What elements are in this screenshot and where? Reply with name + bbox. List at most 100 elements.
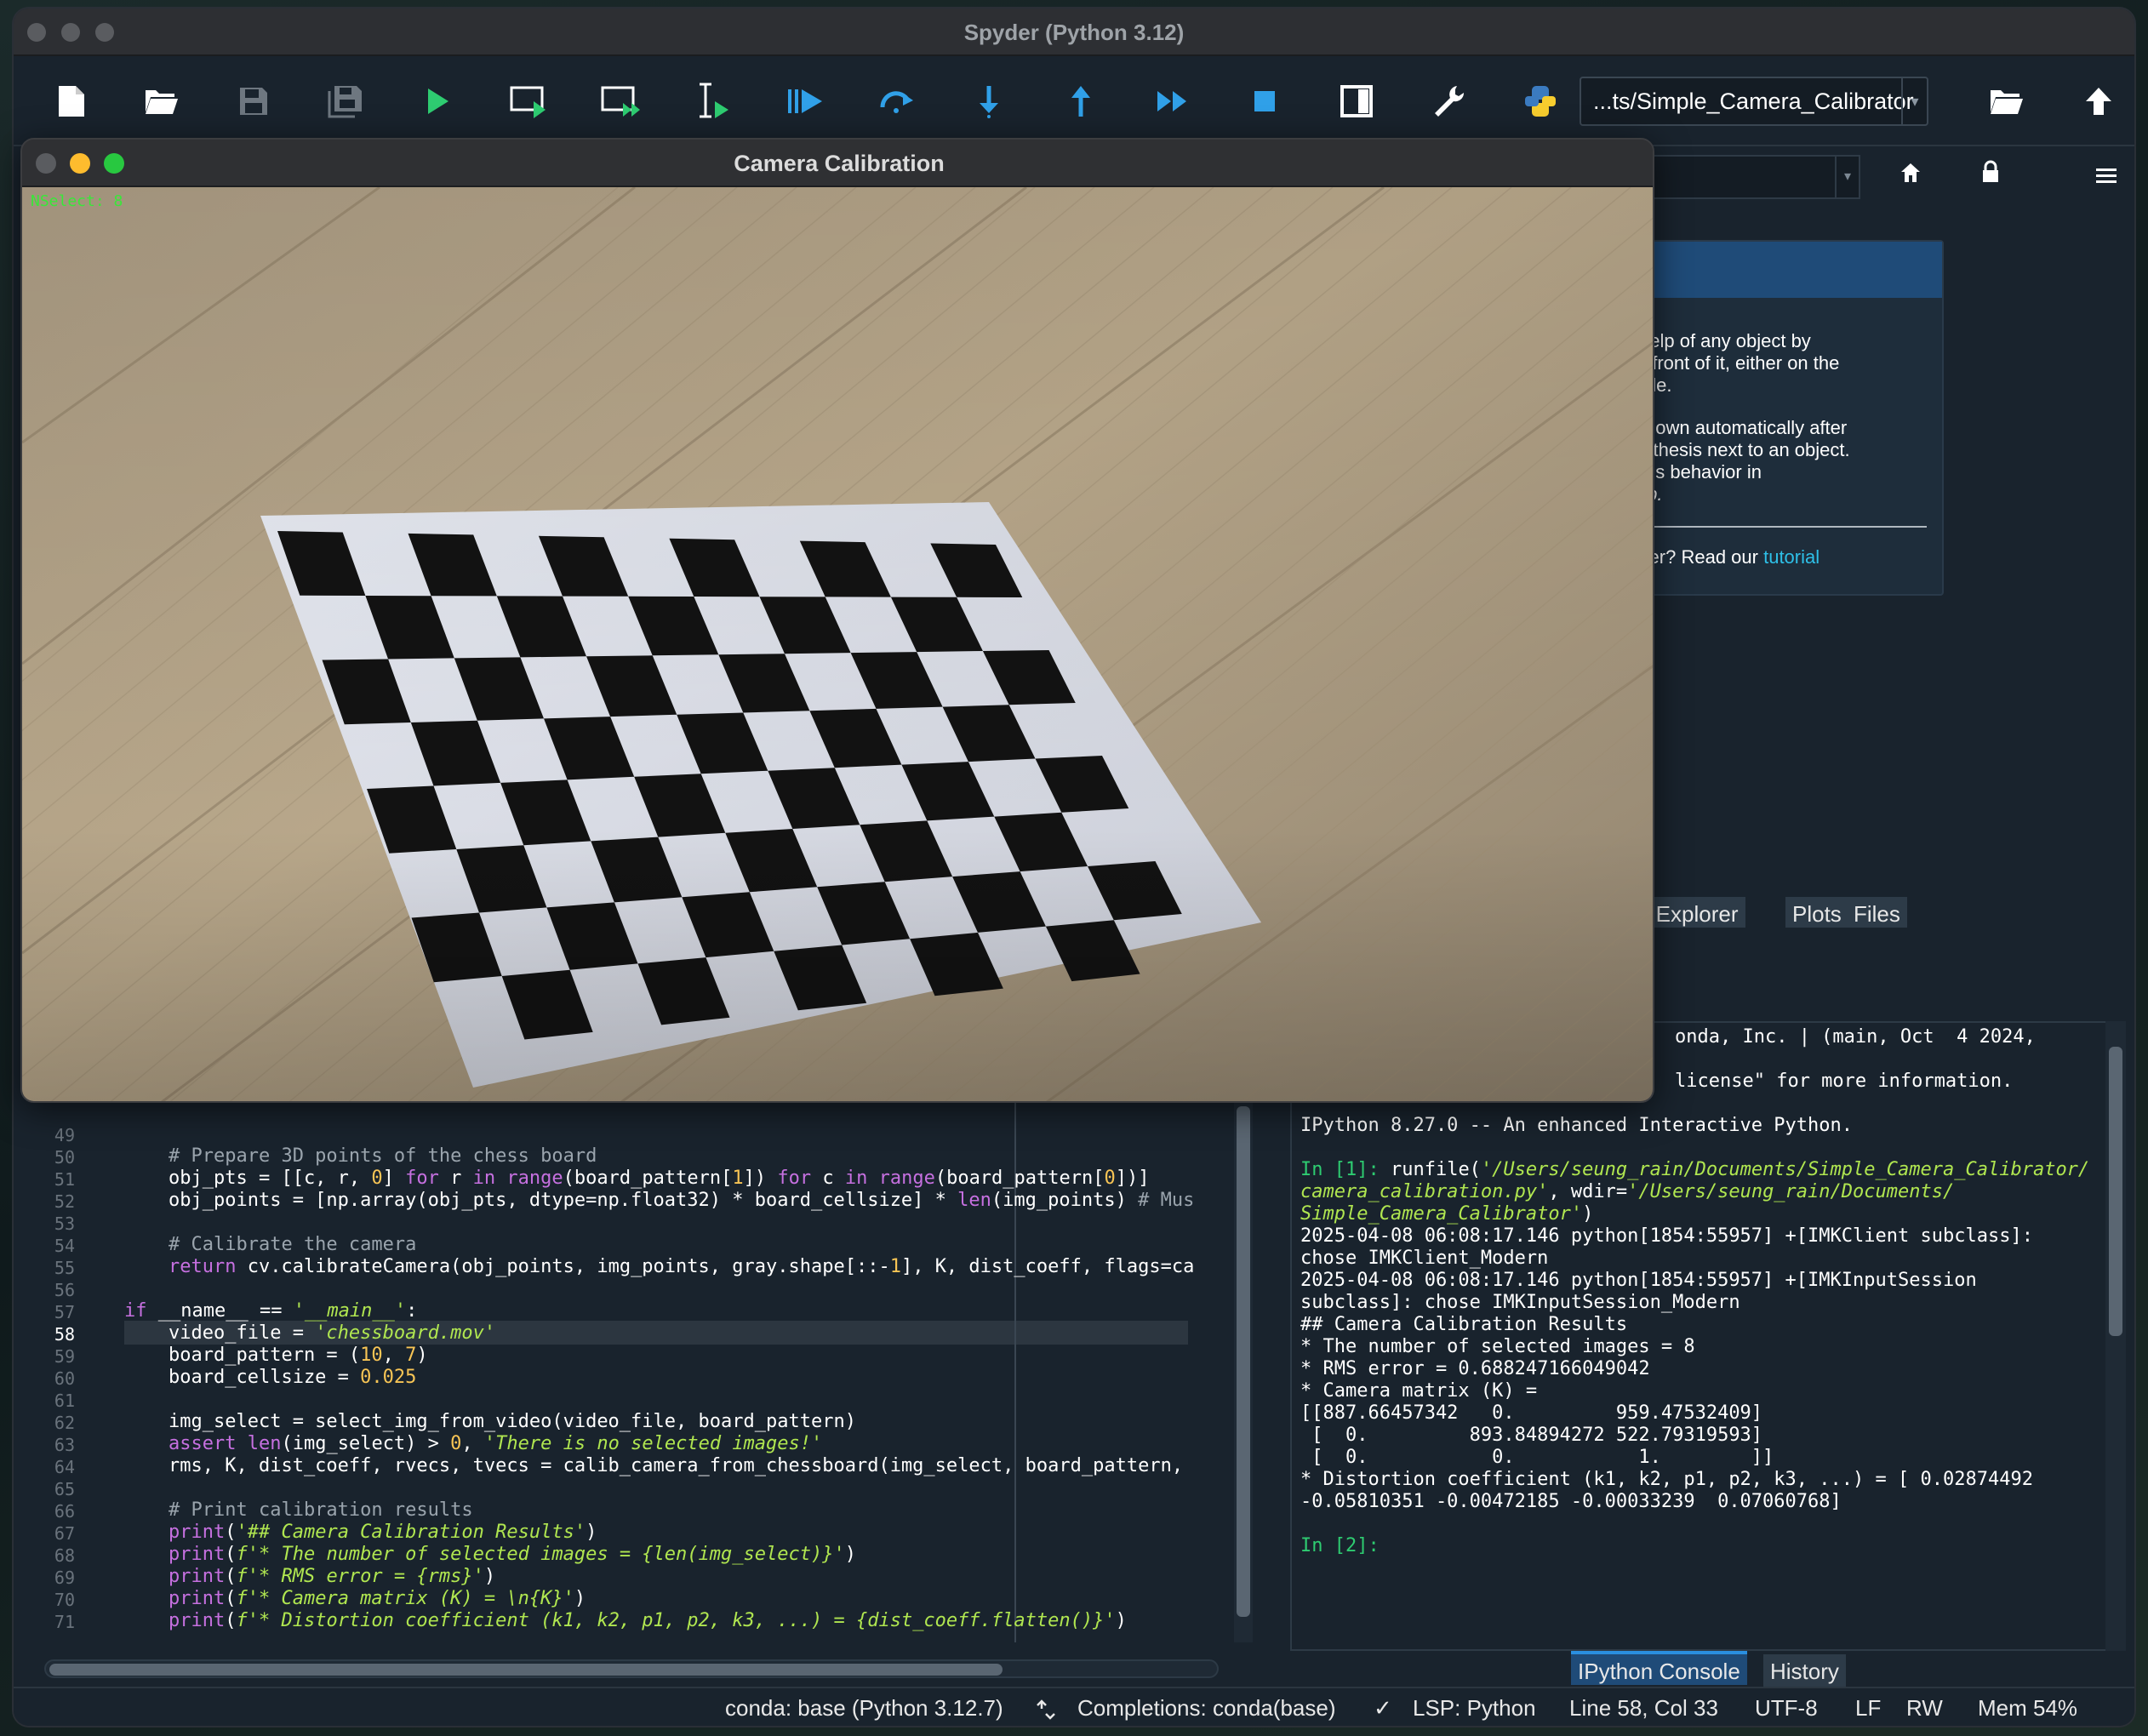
code-line: img_select = select_img_from_video(video… <box>169 1411 856 1432</box>
line-number: 62 <box>54 1413 75 1433</box>
console-prompt: In [1]: <box>1300 1159 1391 1180</box>
line-number: 68 <box>54 1545 75 1566</box>
line-number: 57 <box>54 1302 75 1322</box>
code-line: print(f'* The number of selected images … <box>169 1544 856 1565</box>
camera-window-title: Camera Calibration <box>734 151 945 176</box>
code-editor[interactable]: 49 50 51 52 53 54 55 56 57 58 59 60 61 6… <box>14 1098 1256 1678</box>
camera-window-titlebar: Camera Calibration <box>22 140 1653 187</box>
step-return-icon[interactable] <box>1057 77 1105 125</box>
line-number: 59 <box>54 1346 75 1367</box>
preferences-icon[interactable] <box>1425 77 1472 125</box>
help-tutorial-line: rder? Read our tutorial <box>1632 546 1820 568</box>
run-cell-advance-icon[interactable] <box>597 77 645 125</box>
status-eol: LF <box>1855 1695 1882 1721</box>
step-into-icon[interactable] <box>965 77 1013 125</box>
run-cell-icon[interactable] <box>506 77 553 125</box>
status-environment[interactable]: conda: base (Python 3.12.7) <box>725 1688 1003 1726</box>
code-line: print(f'* Distortion coefficient (k1, k2… <box>169 1610 1127 1631</box>
help-text-line: help of any object by <box>1639 330 1811 351</box>
line-number: 49 <box>54 1125 75 1145</box>
debug-icon[interactable] <box>781 77 829 125</box>
help-text-line: this behavior in <box>1636 461 1762 483</box>
console-input-line: Simple_Camera_Calibrator') <box>1300 1203 1593 1225</box>
scroll-thumb[interactable] <box>49 1664 1003 1676</box>
chevron-down-icon[interactable]: ▾ <box>1901 78 1927 124</box>
lock-icon[interactable] <box>1971 157 2010 196</box>
line-number: 70 <box>54 1590 75 1610</box>
status-cursor-position: Line 58, Col 33 <box>1569 1695 1718 1721</box>
tab-history[interactable]: History <box>1763 1654 1846 1688</box>
console-output-line: 2025-04-08 06:08:17.146 python[1854:5595… <box>1300 1225 2033 1247</box>
code-line: # Prepare 3D points of the chess board <box>169 1145 597 1167</box>
console-output-line: [ 0. 893.84894272 522.79319593] <box>1300 1425 1763 1446</box>
open-file-icon[interactable] <box>138 77 186 125</box>
console-output[interactable]: onda, Inc. | (main, Oct 4 2024, license"… <box>1290 1021 2107 1651</box>
editor-vertical-scrollbar[interactable] <box>1234 1098 1253 1642</box>
tutorial-link[interactable]: tutorial <box>1763 546 1820 568</box>
line-number: 54 <box>54 1236 75 1256</box>
code-line: video_file = 'chessboard.mov' <box>169 1322 496 1344</box>
tab-plots[interactable]: Plots <box>1785 897 1848 931</box>
line-number: 64 <box>54 1457 75 1477</box>
line-number: 50 <box>54 1147 75 1168</box>
tab-files[interactable]: Files <box>1847 897 1907 931</box>
console-banner-line: license" for more information. <box>1675 1071 2014 1092</box>
status-completions[interactable]: Completions: conda(base) <box>1077 1688 1336 1726</box>
console-output-line: * The number of selected images = 8 <box>1300 1336 1695 1357</box>
scroll-thumb[interactable] <box>2109 1047 2122 1336</box>
browse-folder-icon[interactable] <box>1983 77 2031 125</box>
run-icon[interactable] <box>414 77 461 125</box>
line-number: 66 <box>54 1501 75 1522</box>
console-string: '/Users/seung_rain/Documents/Simple_Came… <box>1480 1159 2090 1180</box>
status-bar: conda: base (Python 3.12.7) Completions:… <box>14 1687 2134 1726</box>
save-all-icon[interactable] <box>322 77 369 125</box>
console-output-line: [ 0. 0. 1. ]] <box>1300 1447 1774 1468</box>
chevron-down-icon[interactable]: ▾ <box>1835 157 1859 197</box>
console-prompt[interactable]: In [2]: <box>1300 1535 1380 1556</box>
nselect-overlay: NSelect: 8 <box>31 192 123 210</box>
code-line: assert len(img_select) > 0, 'There is no… <box>169 1433 823 1454</box>
console-command: ) <box>1582 1203 1594 1225</box>
line-number: 53 <box>54 1213 75 1234</box>
title-bar: Spyder (Python 3.12) <box>14 9 2134 56</box>
console-output-line: subclass]: chose IMKInputSession_Modern <box>1300 1292 1740 1313</box>
code-line: # Calibrate the camera <box>169 1234 417 1255</box>
console-output-line: 2025-04-08 06:08:17.146 python[1854:5595… <box>1300 1270 1977 1291</box>
maximize-pane-icon[interactable] <box>1333 77 1380 125</box>
continue-icon[interactable] <box>1149 77 1197 125</box>
editor-horizontal-scrollbar[interactable] <box>44 1659 1219 1678</box>
working-directory-combo[interactable]: ...ts/Simple_Camera_Calibrator ▾ <box>1580 77 1928 126</box>
code-line: obj_points = [np.array(obj_pts, dtype=np… <box>169 1190 1195 1211</box>
stop-icon[interactable] <box>1241 77 1288 125</box>
help-pane: ▾ help of any object by in front of it, … <box>1625 146 2134 912</box>
camera-frame-image: NSelect: 8 <box>22 187 1653 1101</box>
console-output-line: * Camera matrix (K) = <box>1300 1380 1538 1402</box>
console-input-line: camera_calibration.py', wdir='/Users/seu… <box>1300 1181 1954 1202</box>
save-icon[interactable] <box>230 77 277 125</box>
help-source-combo[interactable]: ▾ <box>1631 155 1860 199</box>
help-card-header <box>1627 242 1942 298</box>
new-file-icon[interactable] <box>48 77 95 125</box>
status-rw: RW <box>1906 1695 1943 1721</box>
scroll-thumb[interactable] <box>1237 1106 1250 1617</box>
menu-icon[interactable] <box>2087 157 2126 196</box>
line-number: 61 <box>54 1391 75 1411</box>
tab-ipython-console[interactable]: IPython Console <box>1571 1651 1747 1685</box>
console-vertical-scrollbar[interactable] <box>2105 1021 2126 1651</box>
line-number: 67 <box>54 1523 75 1544</box>
step-icon[interactable] <box>873 77 921 125</box>
camera-calibration-window: Camera Calibration NSelect: 8 <box>20 138 1654 1103</box>
run-selection-icon[interactable] <box>689 77 737 125</box>
line-number: 60 <box>54 1368 75 1389</box>
main-toolbar: ...ts/Simple_Camera_Calibrator ▾ <box>14 56 2134 146</box>
home-icon[interactable] <box>1891 157 1930 196</box>
status-lsp[interactable]: LSP: Python <box>1413 1688 1536 1726</box>
python-path-icon[interactable] <box>1517 77 1564 125</box>
code-line: print('## Camera Calibration Results') <box>169 1522 597 1543</box>
help-intro-card: help of any object by in front of it, ei… <box>1625 240 1944 596</box>
parent-directory-icon[interactable] <box>2075 77 2122 125</box>
line-number: 63 <box>54 1435 75 1455</box>
line-number: 58 <box>54 1324 75 1345</box>
line-number: 52 <box>54 1191 75 1212</box>
status-memory: Mem 54% <box>1978 1695 2078 1721</box>
